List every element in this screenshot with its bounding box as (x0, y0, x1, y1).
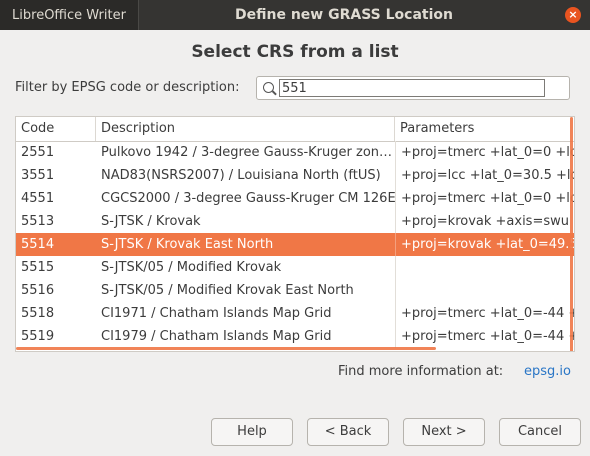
table-row[interactable]: 5514 S-JTSK / Krovak East North +proj=krov… (16, 233, 574, 256)
epsg-link[interactable]: epsg.io (524, 364, 571, 379)
cell-params (395, 256, 574, 279)
table-header: Code Description Parameters (16, 117, 574, 142)
cell-params (395, 279, 574, 302)
table-row[interactable]: 5519 CI1979 / Chatham Islands Map Grid +pr… (16, 325, 574, 348)
cell-description: S-JTSK / Krovak (101, 214, 201, 229)
title-bar: LibreOffice Writer Define new GRASS Loca… (0, 0, 590, 30)
search-input[interactable] (279, 79, 545, 97)
table-row[interactable]: 4551 CGCS2000 / 3-degree Gauss-Kruger CM … (16, 187, 574, 210)
cell-code: 2551 (21, 145, 55, 160)
table-row[interactable]: 5518 CI1971 / Chatham Islands Map Grid +pr… (16, 302, 574, 325)
search-icon (263, 82, 274, 93)
app-name-tab[interactable]: LibreOffice Writer (0, 0, 139, 30)
page-heading: Select CRS from a list (191, 42, 399, 62)
cell-description: S-JTSK/05 / Modified Krovak East North (101, 283, 354, 298)
cell-description: NAD83(NSRS2007) / Louisiana North (ftUS) (101, 168, 381, 183)
help-button[interactable]: Help (211, 418, 293, 446)
cell-description: S-JTSK / Krovak East North (101, 237, 274, 252)
cell-code: 4551 (21, 191, 55, 206)
crs-table[interactable]: Code Description Parameters 2551 Pulkovo … (15, 116, 575, 352)
cell-params: +proj=krovak +axis=swu +l (395, 210, 574, 233)
cell-code: 5518 (21, 306, 55, 321)
horizontal-scrollbar[interactable] (16, 347, 436, 350)
cell-description: Pulkovo 1942 / 3-degree Gauss-Kruger zon… (101, 145, 393, 160)
table-row[interactable]: 5516 S-JTSK/05 / Modified Krovak East Nor… (16, 279, 574, 302)
table-row[interactable]: 2551 Pulkovo 1942 / 3-degree Gauss-Kruger… (16, 141, 574, 164)
window-title: Define new GRASS Location (235, 7, 453, 23)
cell-code: 5519 (21, 329, 55, 344)
cancel-button[interactable]: Cancel (499, 418, 581, 446)
cell-params: +proj=krovak +lat_0=49.5 + (395, 233, 574, 256)
info-label: Find more information at: (338, 364, 504, 379)
table-row[interactable]: 5515 S-JTSK/05 / Modified Krovak (16, 256, 574, 279)
cell-code: 5515 (21, 260, 55, 275)
cell-params: +proj=tmerc +lat_0=-44 +lo (395, 302, 574, 325)
cell-code: 5516 (21, 283, 55, 298)
cell-params: +proj=tmerc +lat_0=-44 +lo (395, 325, 574, 348)
cell-description: CI1971 / Chatham Islands Map Grid (101, 306, 332, 321)
column-header-code[interactable]: Code (16, 117, 96, 141)
cell-description: S-JTSK/05 / Modified Krovak (101, 260, 282, 275)
back-button[interactable]: < Back (307, 418, 389, 446)
cell-params: +proj=tmerc +lat_0=0 +lon (395, 141, 574, 164)
cell-code: 3551 (21, 168, 55, 183)
close-icon[interactable]: × (565, 7, 581, 23)
table-row[interactable]: 3551 NAD83(NSRS2007) / Louisiana North (f… (16, 164, 574, 187)
cell-description: CGCS2000 / 3-degree Gauss-Kruger CM 126E (101, 191, 395, 206)
cell-code: 5513 (21, 214, 55, 229)
cell-params: +proj=tmerc +lat_0=0 +lon (395, 187, 574, 210)
cell-description: CI1979 / Chatham Islands Map Grid (101, 329, 332, 344)
search-box[interactable] (256, 76, 570, 100)
column-header-parameters[interactable]: Parameters (395, 117, 574, 141)
filter-label: Filter by EPSG code or description: (15, 80, 240, 95)
cell-code: 5514 (21, 237, 55, 252)
vertical-scrollbar[interactable] (570, 117, 573, 351)
next-button[interactable]: Next > (403, 418, 485, 446)
column-header-description[interactable]: Description (96, 117, 395, 141)
cell-params: +proj=lcc +lat_0=30.5 +lon (395, 164, 574, 187)
table-row[interactable]: 5513 S-JTSK / Krovak +proj=krovak +axis=sw… (16, 210, 574, 233)
